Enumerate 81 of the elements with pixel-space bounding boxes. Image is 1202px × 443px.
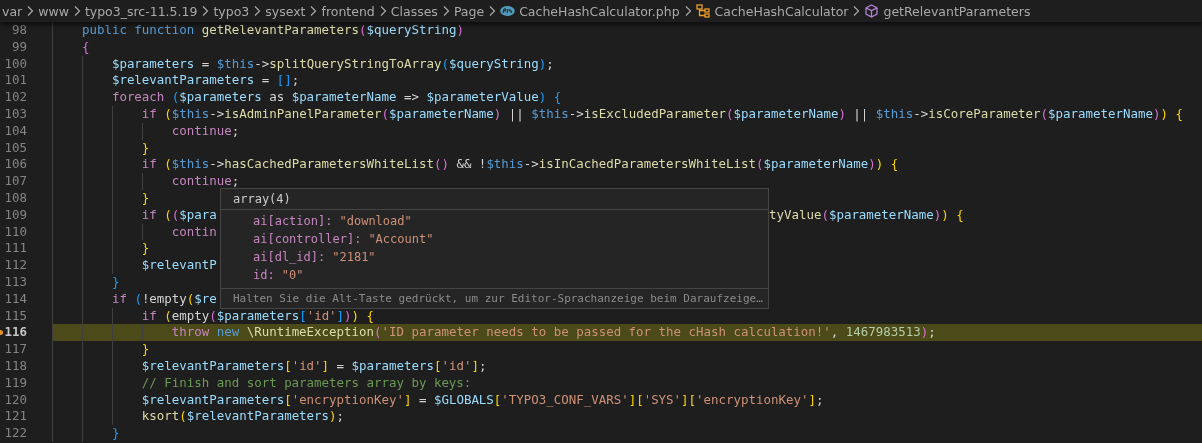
- line-number: 113: [3, 273, 27, 291]
- line-number: 109: [3, 206, 27, 224]
- code-line: // Finish and sort parameters array by keys:: [140, 374, 472, 392]
- line-number: 110: [3, 223, 27, 241]
- breadcrumb-item[interactable]: getRelevantParameters: [883, 3, 1031, 19]
- chevron-right-icon: [488, 5, 497, 17]
- tooltip-entry: ai[action]: "download": [253, 213, 413, 230]
- chevron-right-icon: [26, 5, 35, 17]
- code-line: }: [140, 189, 150, 207]
- cube-icon: [864, 4, 880, 18]
- code-line: if (!empty($re: [110, 290, 217, 308]
- breadcrumb-item[interactable]: CacheHashCalculator: [714, 3, 849, 19]
- code-line: {: [80, 38, 90, 56]
- breadcrumb-item[interactable]: Page: [453, 3, 485, 19]
- code-line: $parameters = $this->splitQueryStringToArray($queryString);: [110, 55, 554, 73]
- code-line: $relevantParameters['id'] = $parameters['id'];: [140, 357, 487, 375]
- line-number: 116: [0, 324, 27, 342]
- chevron-right-icon: [309, 5, 318, 17]
- chevron-right-icon: [378, 5, 387, 17]
- code-line: public function getRelevantParameters($queryString): [80, 22, 464, 39]
- line-number: 103: [3, 106, 27, 123]
- breadcrumb-item[interactable]: sysext: [265, 3, 306, 19]
- line-number: 99: [11, 38, 27, 56]
- line-number: 121: [3, 408, 27, 426]
- line-number: 108: [3, 189, 27, 207]
- code-line: if (($para: [140, 206, 217, 224]
- chevron-right-icon: [441, 5, 450, 17]
- code-line: contin: [170, 223, 217, 241]
- line-number: 122: [3, 425, 27, 442]
- tooltip-entry: id: "0": [253, 267, 305, 284]
- line-number: 105: [3, 139, 27, 157]
- chevron-right-icon: [201, 5, 210, 17]
- chevron-right-icon: [683, 5, 692, 17]
- line-number: 104: [3, 122, 27, 140]
- chevron-right-icon: [72, 5, 81, 17]
- code-line: }: [140, 341, 150, 358]
- code-line: foreach ($parameters as $parameterName => $parameterValue) {: [110, 89, 562, 106]
- line-number: 102: [3, 89, 27, 106]
- code-line: }: [110, 273, 120, 291]
- line-number: 120: [3, 391, 27, 409]
- line-number: 111: [3, 240, 27, 258]
- code-line: tyValue($parameterName)) {: [769, 206, 964, 224]
- code-line: if ($this->hasCachedParametersWhiteList() && !$this->isInCachedParametersWhiteList($parameterName)) {: [140, 156, 899, 174]
- tooltip-entry: ai[dl_id]: "2181": [253, 249, 377, 266]
- code-line: continue;: [170, 173, 240, 190]
- line-number: 117: [3, 341, 27, 358]
- line-number: 101: [3, 72, 27, 90]
- line-number: 107: [3, 173, 27, 190]
- breadcrumb-item[interactable]: Classes: [390, 3, 438, 19]
- code-line: continue;: [170, 122, 240, 140]
- code-line: }: [140, 139, 150, 157]
- line-number: 119: [3, 374, 27, 392]
- line-number: 106: [3, 156, 27, 174]
- line-number: 118: [3, 357, 27, 375]
- code-line: if ($this->isAdminPanelParameter($parameterName) || $this->isExcludedParameter($parameterName) || $this->isCoreParameter($parameterName)) {: [140, 106, 1183, 123]
- code-line: $relevantParameters = [];: [110, 72, 300, 90]
- breadcrumb-item[interactable]: www: [38, 3, 69, 19]
- line-number: 115: [3, 307, 27, 325]
- breadcrumb-item[interactable]: var: [2, 3, 23, 19]
- breadcrumb-item[interactable]: frontend: [321, 3, 375, 19]
- code-line: $relevantP: [140, 257, 217, 274]
- code-line: $relevantParameters['encryptionKey'] = $GLOBALS['TYPO3_CONF_VARS']['SYS']['encryptionKey'];: [140, 391, 824, 409]
- chevron-right-icon: [253, 5, 262, 17]
- code-line: ksort($relevantParameters);: [140, 408, 345, 426]
- code-line: if (empty($parameters['id'])) {: [140, 307, 375, 325]
- code-line: }: [110, 425, 120, 442]
- breadcrumb-item[interactable]: CacheHashCalculator.php: [519, 3, 680, 19]
- line-number: 98: [11, 22, 27, 39]
- code-line: }: [140, 240, 150, 258]
- class-icon: [695, 4, 711, 18]
- tooltip-title: array(4): [221, 189, 768, 210]
- line-number: 100: [3, 55, 27, 73]
- line-number: 112: [3, 257, 27, 274]
- breadcrumb-item[interactable]: typo3: [213, 3, 250, 19]
- chevron-right-icon: [852, 5, 861, 17]
- code-line: throw new \RuntimeException('ID parameter needs to be passed for the cHash calculation!', 1467983513);: [170, 324, 936, 342]
- php-file-icon: [500, 4, 516, 18]
- tooltip-entry: ai[controller]: "Account": [253, 231, 435, 248]
- line-number: 114: [3, 290, 27, 308]
- breadcrumb-item[interactable]: typo3_src-11.5.19: [84, 3, 198, 19]
- tooltip-hint: Halten Sie die Alt-Taste gedrückt, um zur Editor-Sprachanzeige beim Daraufzeige…: [221, 288, 768, 308]
